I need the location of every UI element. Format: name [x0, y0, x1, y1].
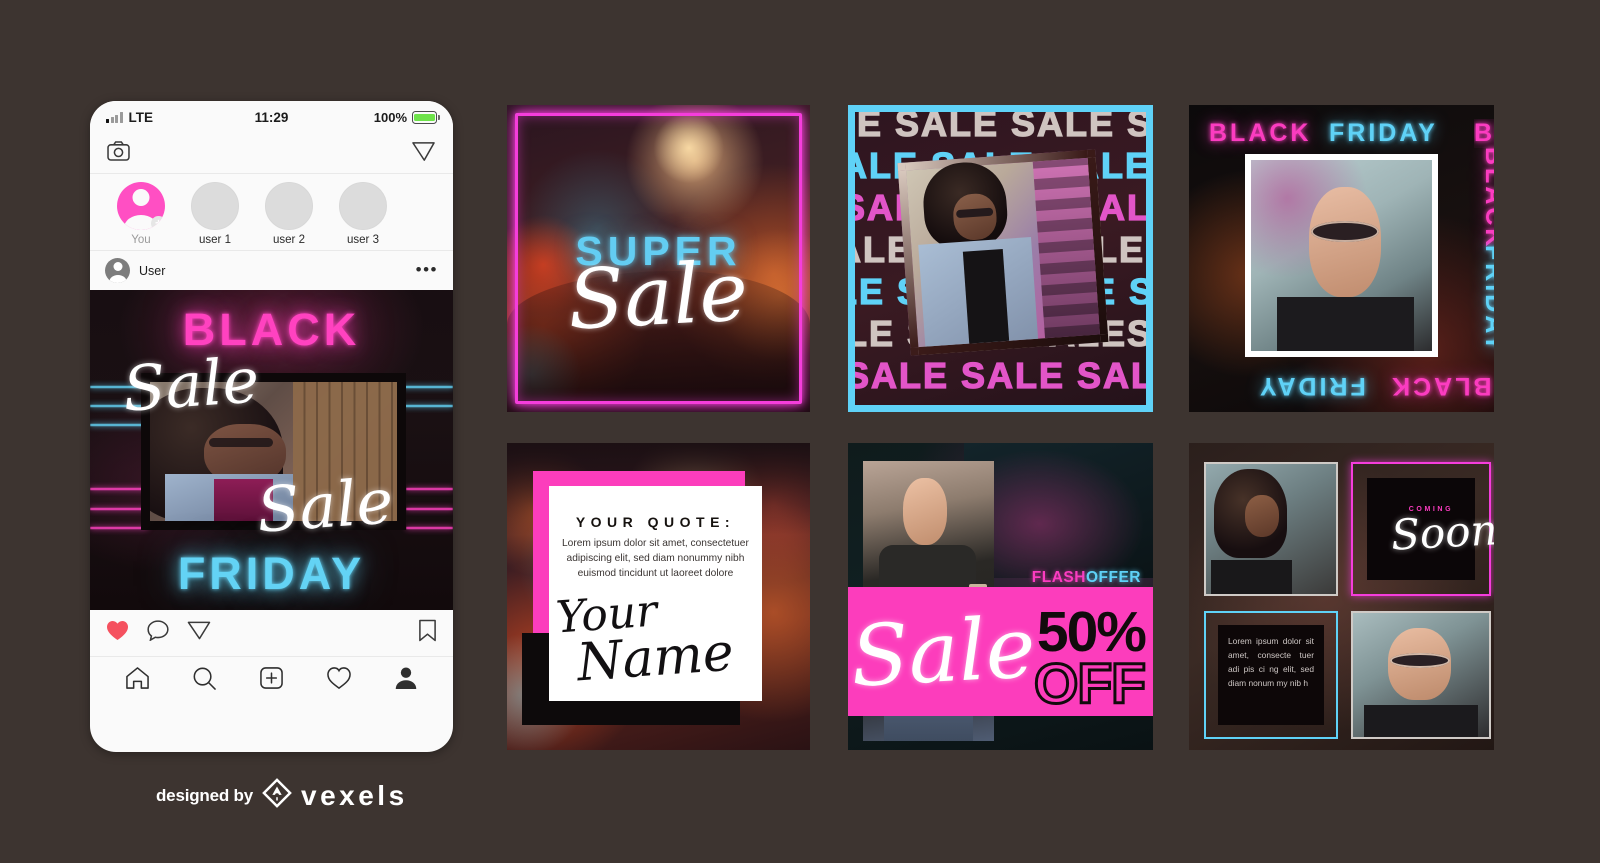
- post-more-options-button[interactable]: •••: [416, 261, 438, 278]
- profile-icon[interactable]: [394, 666, 418, 695]
- avatar[interactable]: [105, 258, 130, 283]
- story-item-user-2[interactable]: user 2: [252, 182, 326, 246]
- quote-heading: YOUR QUOTE:: [575, 513, 736, 530]
- tile-model-photo: [1245, 154, 1438, 357]
- collage-cell-photo-1: [1204, 462, 1338, 596]
- add-story-icon[interactable]: +: [151, 216, 165, 230]
- story-item-user-3[interactable]: user 3: [326, 182, 400, 246]
- quote-body: Lorem ipsum dolor sit amet, consectetuer…: [562, 537, 749, 579]
- avatar: +: [117, 182, 165, 230]
- battery-status: 100%: [373, 110, 440, 125]
- quote-name-line-2: Name: [575, 622, 736, 694]
- bf-word-black-right: BLACK: [1480, 147, 1494, 250]
- artwork-title-black: BLACK: [182, 304, 361, 355]
- footer-credit: designed by vexels: [156, 778, 408, 813]
- battery-percent-label: 100%: [373, 110, 407, 125]
- avatar: [339, 182, 387, 230]
- collage-lorem-text: Lorem ipsum dolor sit amet, consecte tue…: [1228, 636, 1314, 688]
- flash-script-sale: Sale: [848, 597, 1038, 706]
- home-icon[interactable]: [125, 666, 150, 695]
- soon-script: Soon: [1389, 505, 1494, 560]
- paper-plane-icon[interactable]: [187, 620, 211, 646]
- bf-word-black-bottom: BLACK: [1389, 372, 1492, 400]
- pattern-row: LE SALE SALE SA: [855, 105, 1153, 144]
- post-username[interactable]: User: [139, 264, 165, 278]
- story-label: user 3: [347, 234, 379, 246]
- tile-your-quote[interactable]: YOUR QUOTE: Lorem ipsum dolor sit amet, …: [507, 443, 810, 750]
- discount-percent: 50%: [1036, 599, 1147, 664]
- avatar: [191, 182, 239, 230]
- phone-status-bar: LTE 11:29 100%: [90, 101, 453, 134]
- tile-collage[interactable]: COMING Soon Lorem ipsum dolor sit amet, …: [1189, 443, 1494, 750]
- vexels-wordmark: vexels: [301, 779, 408, 811]
- camera-icon[interactable]: [107, 141, 130, 166]
- story-item-user-1[interactable]: user 1: [178, 182, 252, 246]
- quote-card: YOUR QUOTE: Lorem ipsum dolor sit amet, …: [549, 485, 762, 701]
- heart-filled-icon[interactable]: [106, 620, 129, 646]
- bf-word-black-top: BLACK: [1209, 119, 1312, 147]
- offer-word: OFFER: [1085, 568, 1141, 586]
- pattern-row: SALE SALE SAL: [848, 355, 1153, 396]
- signal-strength-icon: [106, 112, 123, 123]
- artwork-script-sale-1: Sale: [120, 342, 262, 426]
- comment-icon[interactable]: [147, 620, 169, 646]
- phone-tab-bar[interactable]: [90, 656, 453, 707]
- post-action-bar: [90, 610, 453, 656]
- bookmark-icon[interactable]: [418, 619, 437, 647]
- stories-tray[interactable]: + You user 1 user 2 user 3: [90, 174, 453, 251]
- tile-black-friday[interactable]: BLACK FRIDAY BLACK FRIDAY BLACK BLACK FR…: [1189, 105, 1494, 412]
- heart-outline-icon[interactable]: [326, 666, 352, 695]
- flash-label: FLASHOFFER: [1032, 569, 1141, 587]
- bf-word-friday-bottom: FRIDAY: [1257, 372, 1366, 400]
- story-item-you[interactable]: + You: [104, 182, 178, 246]
- bf-word-friday-top: FRIDAY: [1329, 119, 1438, 147]
- battery-icon: [412, 111, 440, 124]
- post-header: User •••: [90, 251, 453, 290]
- post-image[interactable]: BLACK Sale Sale FRIDAY: [90, 290, 453, 610]
- paper-plane-icon[interactable]: [411, 140, 436, 168]
- avatar: [265, 182, 313, 230]
- bf-word-friday-right: FRIDAY: [1480, 245, 1494, 354]
- artwork-title-friday: FRIDAY: [177, 548, 366, 599]
- add-post-icon[interactable]: [259, 666, 284, 695]
- tile-flash-offer[interactable]: FLASHOFFER Sale 50% OFF: [848, 443, 1153, 750]
- vexels-pen-nib-icon: [262, 778, 292, 813]
- flash-word: FLASH: [1031, 568, 1086, 586]
- collage-cell-lorem: Lorem ipsum dolor sit amet, consecte tue…: [1204, 611, 1338, 739]
- story-label: You: [131, 234, 151, 246]
- bf-word-black-top-clip: BLACK: [1474, 119, 1494, 147]
- collage-cell-photo-2: [1351, 611, 1491, 739]
- tile-super-sale[interactable]: SUPER Sale: [507, 105, 810, 412]
- carrier-label: LTE: [128, 110, 154, 125]
- tile-script-sale: Sale: [565, 244, 750, 349]
- search-icon[interactable]: [192, 666, 217, 695]
- phone-top-nav: [90, 134, 453, 174]
- tile-sale-pattern[interactable]: LE SALE SALE SA SALE SALE SALE SALE SALE…: [848, 105, 1153, 412]
- collage-cell-coming-soon: COMING Soon: [1351, 462, 1494, 596]
- discount-off-label: OFF: [1033, 652, 1148, 717]
- phone-mockup: LTE 11:29 100% + You user 1 user 2 user …: [90, 101, 453, 752]
- canvas-root: LTE 11:29 100% + You user 1 user 2 user …: [0, 0, 1600, 863]
- story-label: user 2: [273, 234, 305, 246]
- artwork-script-sale-2: Sale: [254, 464, 396, 547]
- tile-model-photo: [897, 149, 1109, 356]
- discount-block: 50% OFF: [1033, 599, 1148, 717]
- designed-by-label: designed by: [156, 785, 253, 805]
- story-label: user 1: [199, 234, 231, 246]
